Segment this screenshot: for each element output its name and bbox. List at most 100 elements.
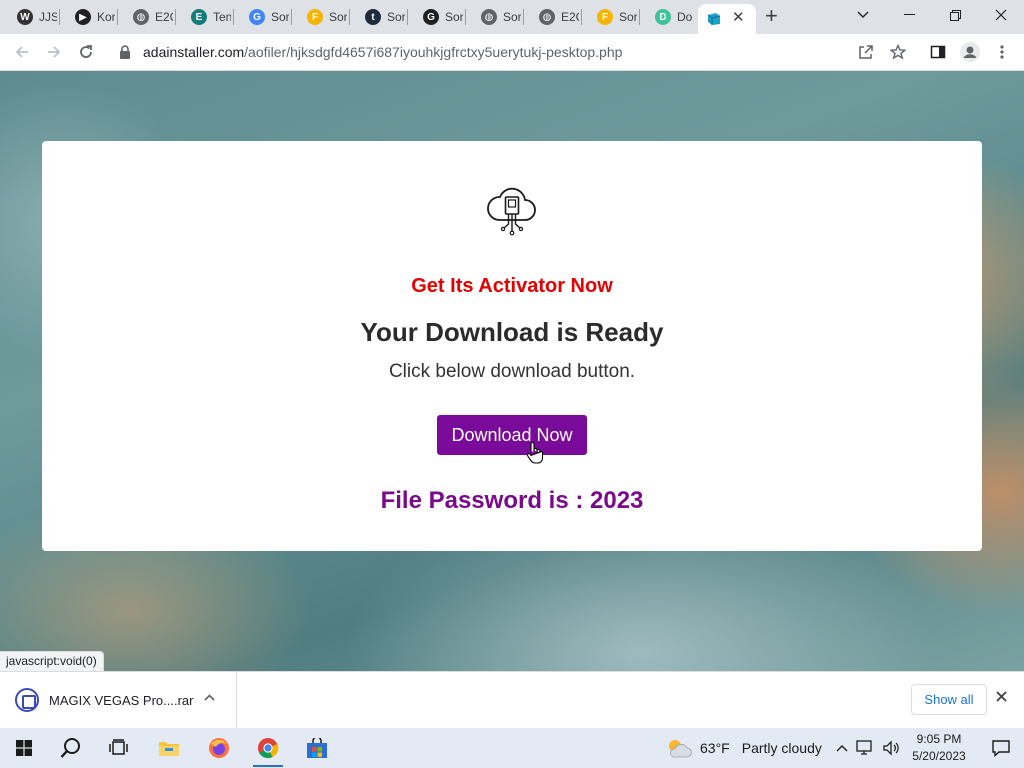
show-all-downloads-button[interactable]: Show all (911, 684, 987, 715)
weather-condition: Partly cloudy (741, 740, 822, 756)
clock-time: 9:05 PM (916, 732, 962, 746)
download-item[interactable]: MAGIX VEGAS Pro....rar (0, 672, 237, 728)
download-now-button[interactable]: Download Now (437, 415, 587, 455)
volume-icon[interactable] (882, 740, 900, 756)
page-title: Your Download is Ready (360, 317, 664, 347)
d-icon: D (655, 9, 671, 25)
restore-button[interactable] (932, 0, 978, 30)
profile-button[interactable] (956, 38, 984, 66)
forward-button[interactable] (40, 38, 68, 66)
close-icon (996, 691, 1007, 702)
ten-icon: E (191, 9, 207, 25)
tab-strip: WJJS▶Kor◍E2CETenGSorFSortSorGSor◍Sor◍E2C… (0, 0, 1024, 34)
page-viewport: Get Its Activator Now Your Download is R… (0, 71, 1024, 671)
tab-label: Sor (329, 10, 347, 24)
download-options-button[interactable] (204, 689, 215, 704)
side-panel-button[interactable] (924, 38, 952, 66)
notification-icon (992, 740, 1010, 757)
back-button[interactable] (8, 38, 36, 66)
download-shelf: MAGIX VEGAS Pro....rar Show all (0, 671, 1024, 728)
close-window-button[interactable] (978, 0, 1024, 30)
browser-tab[interactable]: W JJS (2, 0, 60, 34)
system-tray (836, 728, 900, 768)
tab-label: Sor (445, 10, 463, 24)
close-icon (995, 9, 1007, 21)
folder-icon (159, 742, 179, 756)
lock-icon[interactable] (119, 45, 131, 59)
file-password-text: File Password is : 2023 (380, 487, 644, 514)
browser-toolbar: adainstaller.com/aofiler/hjksdgfd4657i68… (0, 34, 1024, 71)
forward-arrow-icon (48, 46, 61, 58)
firefox-button[interactable] (196, 728, 242, 768)
browser-tab[interactable]: F Sor (292, 0, 350, 34)
download-file-name: MAGIX VEGAS Pro....rar (49, 693, 194, 708)
browser-tab[interactable]: E Ten (176, 0, 234, 34)
browser-tab[interactable]: F Sor (582, 0, 640, 34)
minimize-button[interactable] (886, 0, 932, 30)
address-bar[interactable]: adainstaller.com/aofiler/hjksdgfd4657i68… (106, 37, 918, 67)
tab-search-button[interactable] (840, 0, 886, 30)
tab-label: Do (677, 10, 693, 24)
reload-button[interactable] (72, 38, 100, 66)
start-button[interactable] (1, 728, 47, 768)
store-icon (307, 738, 327, 758)
chevron-down-icon (857, 11, 869, 18)
t-icon: t (365, 9, 381, 25)
chrome-button[interactable] (245, 728, 291, 768)
file-explorer-button[interactable] (146, 728, 192, 768)
tab-label: Kor (97, 10, 115, 24)
browser-tab[interactable]: ▶ Kor (60, 0, 118, 34)
restore-icon (949, 9, 961, 21)
instruction-text: Click below download button. (388, 361, 636, 382)
browser-tab[interactable]: t Sor (350, 0, 408, 34)
cube-icon (706, 11, 722, 27)
browser-tab[interactable]: G Sor (408, 0, 466, 34)
clock[interactable]: 9:05 PM 5/20/2023 (906, 731, 972, 765)
active-tab[interactable]: ✕ (698, 4, 756, 34)
browser-tab[interactable]: G Sor (234, 0, 292, 34)
url-text: adainstaller.com/aofiler/hjksdgfd4657i68… (143, 44, 622, 60)
search-button[interactable] (48, 728, 94, 768)
close-shelf-button[interactable] (996, 689, 1007, 707)
task-view-button[interactable] (96, 728, 142, 768)
close-tab-icon[interactable]: ✕ (732, 8, 745, 26)
star-icon (890, 44, 906, 60)
bookmark-button[interactable] (884, 38, 912, 66)
avatar-icon (960, 42, 980, 62)
clock-date: 5/20/2023 (912, 749, 966, 763)
tab-label: Sor (271, 10, 289, 24)
browser-tab[interactable]: D Do (640, 0, 698, 34)
cloud-download-icon (487, 187, 536, 236)
minimize-icon (903, 14, 915, 15)
weather-temperature: 63°F (700, 740, 730, 756)
chevron-up-icon[interactable] (836, 744, 848, 752)
browser-tab[interactable]: ◍ E2C (118, 0, 176, 34)
download-card: Get Its Activator Now Your Download is R… (42, 141, 982, 551)
back-arrow-icon (15, 46, 28, 58)
chevron-up-icon (204, 694, 215, 701)
search-icon (60, 738, 80, 758)
store-button[interactable] (294, 728, 340, 768)
google-icon: G (249, 9, 265, 25)
share-button[interactable] (852, 38, 880, 66)
g-icon: G (423, 9, 439, 25)
weather-widget[interactable]: 63°F Partly cloudy (666, 728, 822, 768)
menu-button[interactable] (988, 38, 1016, 66)
new-tab-button[interactable]: + (765, 5, 778, 27)
network-icon[interactable] (856, 740, 874, 756)
side-panel-icon (930, 45, 946, 59)
task-view-icon (109, 739, 128, 755)
tab-label: Sor (387, 10, 405, 24)
globe-icon: ◍ (539, 9, 555, 25)
windows-logo-icon (16, 740, 32, 756)
notification-center-button[interactable] (978, 728, 1024, 768)
hand-cursor-icon (526, 442, 544, 464)
kebab-menu-icon (1000, 45, 1004, 59)
tab-label: Sor (619, 10, 637, 24)
kor-icon: ▶ (75, 9, 91, 25)
activator-promo-text: Get Its Activator Now (411, 275, 613, 297)
f-icon: F (597, 9, 613, 25)
browser-tab[interactable]: ◍ Sor (466, 0, 524, 34)
status-bar-url: javascript:void(0) (0, 651, 104, 671)
browser-tab[interactable]: ◍ E2C (524, 0, 582, 34)
